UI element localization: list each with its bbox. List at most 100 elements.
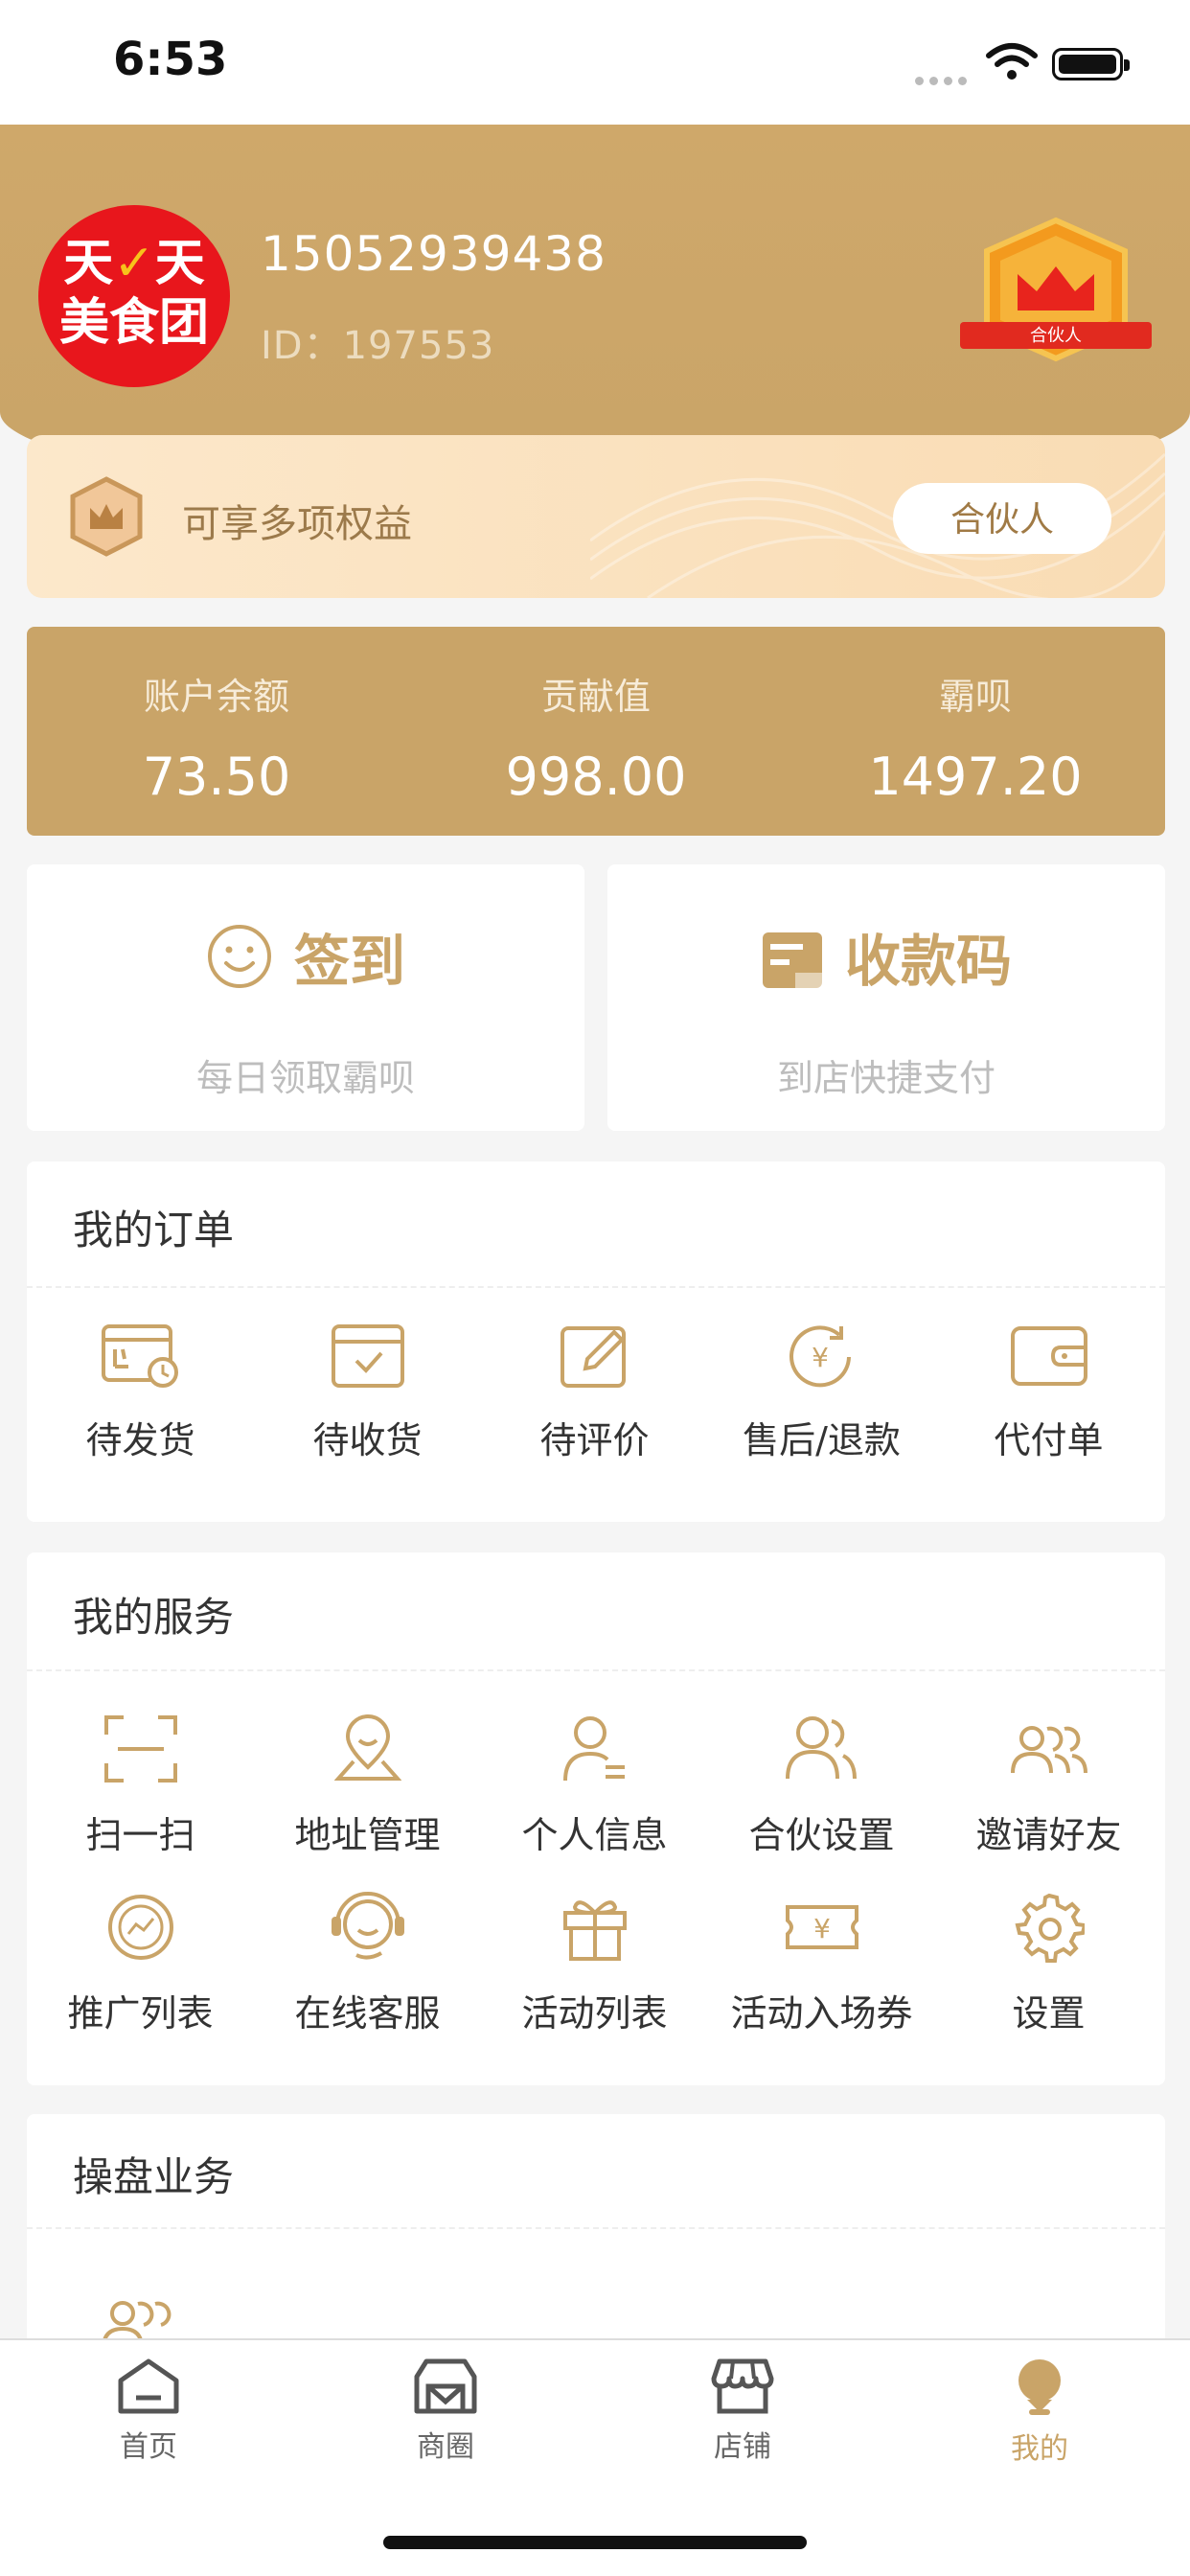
service-settings[interactable]: 设置 xyxy=(935,1892,1162,2036)
order-label: 待收货 xyxy=(312,1419,423,1461)
service-activity-list[interactable]: 活动列表 xyxy=(481,1892,708,2036)
to-receive-icon xyxy=(331,1324,404,1388)
service-label: 推广列表 xyxy=(67,1992,214,2035)
payment-code-card[interactable]: 收款码 到店快捷支付 xyxy=(607,864,1165,1131)
services-title: 我的服务 xyxy=(73,1594,235,1641)
wifi-icon xyxy=(986,43,1038,80)
orders-section: 我的订单 待发货 待收货 待评价 ¥ 售后/退款 代付单 xyxy=(27,1162,1165,1522)
ticket-icon: ¥ xyxy=(785,1905,858,1949)
signin-subtitle: 每日领取霸呗 xyxy=(195,1057,415,1099)
home-icon xyxy=(118,2358,179,2414)
avatar[interactable]: 天✓天 美食团 xyxy=(38,205,230,387)
order-label: 待评价 xyxy=(539,1419,650,1461)
store-front-icon xyxy=(414,2358,477,2414)
order-to-ship[interactable]: 待发货 xyxy=(27,1322,254,1463)
order-proxy-pay[interactable]: 代付单 xyxy=(935,1322,1162,1463)
smile-icon xyxy=(207,925,271,988)
service-address[interactable]: 地址管理 xyxy=(254,1714,481,1858)
divider xyxy=(27,2227,1165,2229)
order-label: 售后/退款 xyxy=(743,1419,901,1461)
partner-users-icon xyxy=(785,1716,857,1780)
order-label: 代付单 xyxy=(994,1419,1104,1461)
service-scan[interactable]: 扫一扫 xyxy=(27,1714,254,1858)
partner-badge[interactable]: 合伙人 xyxy=(960,215,1152,368)
location-icon xyxy=(333,1714,401,1781)
divider xyxy=(27,1669,1165,1671)
tab-business-circle[interactable]: 商圈 xyxy=(297,2358,594,2465)
orders-title: 我的订单 xyxy=(73,1207,235,1254)
stat-value: 998.00 xyxy=(505,747,687,807)
svg-text:¥: ¥ xyxy=(812,1342,829,1373)
stat-value: 1497.20 xyxy=(868,747,1083,807)
stat-value: 73.50 xyxy=(142,747,291,807)
shop-icon xyxy=(711,2358,774,2414)
tab-label: 首页 xyxy=(120,2430,177,2464)
wallet-icon xyxy=(1010,1326,1087,1386)
avatar-text: 天 xyxy=(63,235,114,292)
service-label: 设置 xyxy=(1012,1992,1086,2035)
crown-badge-icon: 合伙人 xyxy=(960,217,1152,362)
home-indicator-area xyxy=(0,2484,1190,2576)
chart-icon xyxy=(107,1895,173,1960)
order-after-sale[interactable]: ¥ 售后/退款 xyxy=(708,1322,935,1463)
vip-crown-icon xyxy=(70,476,143,557)
tab-label: 店铺 xyxy=(714,2430,771,2464)
stat-balance[interactable]: 账户余额 73.50 xyxy=(27,627,406,836)
badge-label: 合伙人 xyxy=(1030,326,1082,346)
tab-shop[interactable]: 店铺 xyxy=(594,2358,891,2465)
payment-code-title: 收款码 xyxy=(844,929,1012,994)
user-icon xyxy=(1018,2359,1061,2415)
payment-code-subtitle: 到店快捷支付 xyxy=(776,1057,995,1099)
tab-label: 我的 xyxy=(1011,2432,1068,2466)
battery-icon xyxy=(1052,48,1130,80)
tab-label: 商圈 xyxy=(417,2430,474,2464)
divider xyxy=(27,1286,1165,1288)
review-edit-icon xyxy=(560,1326,626,1388)
service-ticket[interactable]: ¥ 活动入场券 xyxy=(708,1892,935,2036)
order-label: 待发货 xyxy=(85,1419,195,1461)
card-icon xyxy=(762,932,822,988)
service-online-support[interactable]: 在线客服 xyxy=(254,1892,481,2036)
stat-label: 贡献值 xyxy=(540,676,651,718)
signal-icon xyxy=(915,71,973,85)
refund-icon: ¥ xyxy=(789,1325,851,1388)
service-label: 扫一扫 xyxy=(85,1814,195,1856)
svg-text:¥: ¥ xyxy=(813,1913,831,1944)
trading-section: 操盘业务 xyxy=(27,2114,1165,2363)
service-partner-settings[interactable]: 合伙设置 xyxy=(708,1714,935,1858)
service-label: 地址管理 xyxy=(294,1814,441,1856)
to-ship-icon xyxy=(101,1324,178,1388)
user-id: ID：197553 xyxy=(261,324,495,368)
signin-card[interactable]: 签到 每日领取霸呗 xyxy=(27,864,584,1131)
service-promo-list[interactable]: 推广列表 xyxy=(27,1892,254,2036)
tab-home[interactable]: 首页 xyxy=(0,2358,297,2465)
trading-title: 操盘业务 xyxy=(73,2153,235,2200)
service-label: 合伙设置 xyxy=(748,1814,895,1856)
home-indicator[interactable] xyxy=(383,2536,807,2549)
benefit-text: 可享多项权益 xyxy=(182,502,412,546)
order-to-review[interactable]: 待评价 xyxy=(481,1322,708,1463)
service-label: 活动入场券 xyxy=(730,1992,913,2035)
gift-icon xyxy=(562,1900,627,1961)
signin-title: 签到 xyxy=(293,929,405,994)
invite-friends-icon xyxy=(1010,1726,1087,1774)
stat-babei[interactable]: 霸呗 1497.20 xyxy=(786,627,1165,836)
tab-mine[interactable]: 我的 xyxy=(891,2358,1188,2467)
avatar-text: 美食团 xyxy=(58,294,209,352)
service-invite[interactable]: 邀请好友 xyxy=(935,1714,1162,1858)
avatar-check: ✓ xyxy=(113,235,155,292)
avatar-text: 天 xyxy=(154,235,205,292)
tab-bar: 首页 商圈 店铺 我的 xyxy=(0,2338,1190,2486)
scan-icon xyxy=(103,1715,177,1782)
partner-button[interactable]: 合伙人 xyxy=(893,483,1111,554)
stat-label: 账户余额 xyxy=(143,676,289,718)
service-label: 邀请好友 xyxy=(975,1814,1122,1856)
user-info-icon xyxy=(562,1716,625,1782)
headset-icon xyxy=(331,1892,404,1960)
service-label: 个人信息 xyxy=(521,1814,668,1856)
stat-contribution[interactable]: 贡献值 998.00 xyxy=(406,627,786,836)
services-section: 我的服务 扫一扫 地址管理 个人信息 合伙设置 邀请好友 推广列表 在线客服 活… xyxy=(27,1552,1165,2085)
order-to-receive[interactable]: 待收货 xyxy=(254,1322,481,1463)
gear-icon xyxy=(1015,1893,1085,1963)
service-profile[interactable]: 个人信息 xyxy=(481,1714,708,1858)
